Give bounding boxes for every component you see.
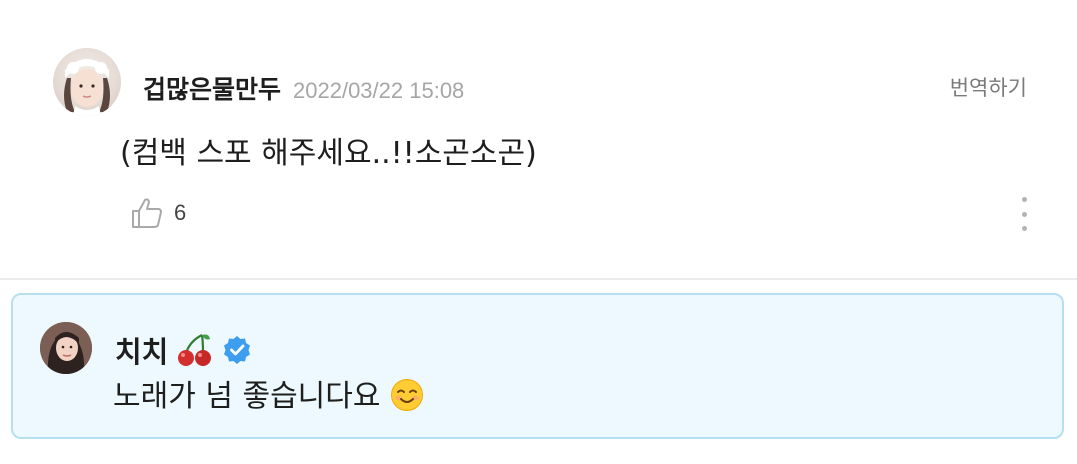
reply-header: 치치	[115, 329, 252, 371]
thumbs-up-icon	[132, 198, 162, 228]
reply-text: 노래가 넘 좋습니다요	[113, 371, 424, 415]
like-count: 6	[174, 200, 187, 225]
artist-reply: 치치 노래가 넘 좋습니다요	[11, 293, 1064, 439]
translate-button[interactable]: 번역하기	[950, 72, 1027, 102]
reply-text-content: 노래가 넘 좋습니다요	[113, 379, 381, 414]
reply-author[interactable]: 치치	[115, 329, 168, 371]
fan-comment: 겁많은물만두 2022/03/22 15:08 번역하기 (컴백 스포 해주세요…	[0, 0, 1077, 278]
cherries-icon	[178, 334, 212, 366]
avatar[interactable]	[53, 48, 121, 116]
smiling-face-icon	[391, 379, 424, 411]
comment-thread: 겁많은물만두 2022/03/22 15:08 번역하기 (컴백 스포 해주세요…	[0, 0, 1077, 464]
avatar[interactable]	[40, 322, 92, 374]
verified-badge-icon	[224, 336, 251, 364]
comment-text: (컴백 스포 해주세요..!!소곤소곤)	[120, 136, 537, 171]
like-button[interactable]: 6	[130, 196, 186, 230]
more-options-icon[interactable]	[1012, 197, 1036, 231]
divider	[0, 278, 1077, 280]
user-avatar-icon	[64, 59, 110, 116]
comment-timestamp: 2022/03/22 15:08	[293, 78, 465, 103]
comment-header: 겁많은물만두 2022/03/22 15:08	[143, 70, 464, 106]
comment-author[interactable]: 겁많은물만두	[143, 70, 281, 106]
user-avatar-icon	[40, 322, 92, 374]
